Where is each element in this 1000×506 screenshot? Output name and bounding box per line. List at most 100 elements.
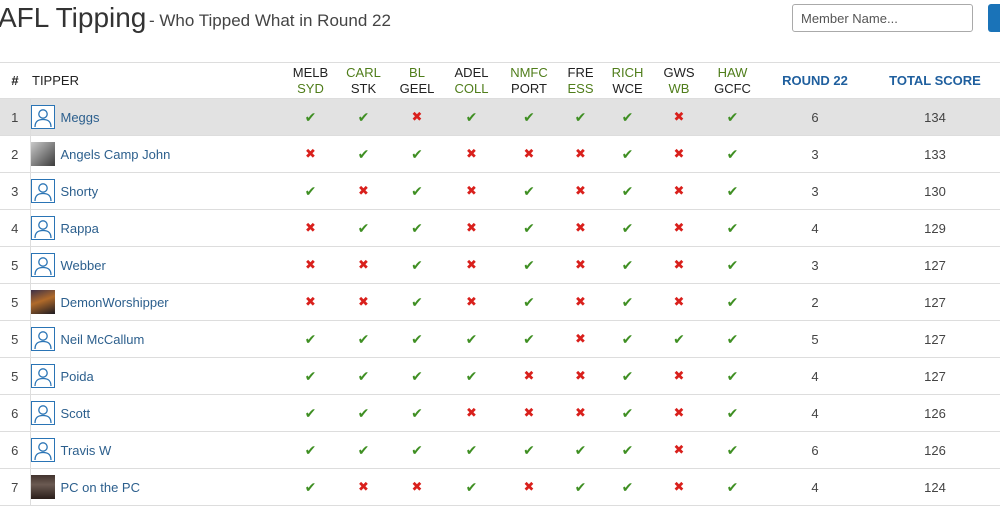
check-icon: ✔ (523, 182, 535, 199)
table-row[interactable]: 5 DemonWorshipper ✖ ✖ ✔ ✖ ✔ ✖ ✔ ✖ ✔ 2 127 (0, 283, 1000, 321)
tip-cell: ✔ (444, 431, 499, 469)
cross-icon: ✖ (466, 294, 477, 309)
table-row[interactable]: 5 Neil McCallum ✔ ✔ ✔ ✔ ✔ ✖ ✔ ✔ ✔ 5 127 (0, 320, 1000, 358)
check-icon: ✔ (726, 182, 739, 199)
user-photo-avatar[interactable] (30, 290, 55, 314)
cross-icon: ✖ (523, 368, 535, 383)
table-row[interactable]: 4 Rappa ✖ ✔ ✔ ✖ ✔ ✖ ✔ ✖ ✔ 4 129 (0, 209, 1000, 247)
tip-cell: ✔ (705, 98, 760, 136)
total-score-cell: 127 (870, 357, 1000, 395)
user-photo-avatar[interactable] (30, 475, 55, 499)
tipper-name-link[interactable]: Webber (61, 258, 106, 273)
tipper-info: Neil McCallum (30, 327, 285, 351)
round-score-cell: 4 (760, 357, 870, 395)
tipper-name-link[interactable]: Scott (61, 406, 91, 421)
tipper-name-link[interactable]: Shorty (61, 184, 99, 199)
tipper-name-link[interactable]: Poida (61, 369, 94, 384)
table-row[interactable]: 1 Meggs ✔ ✔ ✖ ✔ ✔ ✔ ✔ ✖ ✔ 6 134 (0, 98, 1000, 136)
tip-cell: ✔ (444, 320, 499, 358)
tipper-name-link[interactable]: Angels Camp John (61, 147, 171, 162)
tip-cell: ✖ (444, 172, 499, 210)
rank-cell: 6 (0, 431, 31, 469)
check-icon: ✔ (574, 478, 587, 495)
tip-cell: ✔ (602, 98, 653, 136)
tip-cell: ✖ (337, 468, 390, 506)
tip-cell: ✖ (284, 209, 337, 247)
column-header-round[interactable]: ROUND 22 (760, 62, 870, 99)
table-row[interactable]: 6 Travis W ✔ ✔ ✔ ✔ ✔ ✔ ✔ ✖ ✔ 6 126 (0, 431, 1000, 469)
tip-cell: ✔ (390, 357, 444, 395)
tip-cell: ✔ (705, 135, 760, 173)
total-score-cell: 127 (870, 320, 1000, 358)
check-icon: ✔ (465, 441, 478, 458)
rank-cell: 1 (0, 98, 31, 136)
user-photo-avatar[interactable] (30, 142, 55, 166)
tip-cell: ✖ (653, 283, 705, 321)
column-header-match: ADEL COLL (444, 62, 499, 99)
tipper-name-link[interactable]: Meggs (61, 110, 100, 125)
cross-icon: ✖ (466, 405, 477, 420)
tip-cell: ✔ (444, 357, 499, 395)
rank-cell: 5 (0, 357, 31, 395)
rank-cell: 7 (0, 468, 31, 506)
table-row[interactable]: 3 Shorty ✔ ✖ ✔ ✖ ✔ ✖ ✔ ✖ ✔ 3 130 (0, 172, 1000, 210)
tip-cell: ✔ (602, 357, 653, 395)
check-icon: ✔ (523, 256, 535, 273)
default-avatar-icon[interactable] (30, 401, 55, 425)
tipper-name-link[interactable]: Neil McCallum (61, 332, 145, 347)
tip-cell: ✔ (284, 320, 337, 358)
search-button[interactable] (988, 4, 1000, 32)
tip-cell: ✖ (653, 394, 705, 432)
tipper-name-link[interactable]: Travis W (61, 443, 112, 458)
table-row[interactable]: 5 Webber ✖ ✖ ✔ ✖ ✔ ✖ ✔ ✖ ✔ 3 127 (0, 246, 1000, 284)
tipper-name-link[interactable]: PC on the PC (61, 480, 141, 495)
tip-cell: ✔ (602, 246, 653, 284)
tip-cell: ✖ (444, 209, 499, 247)
tip-cell: ✔ (390, 209, 444, 247)
default-avatar-icon[interactable] (30, 327, 55, 351)
default-avatar-icon[interactable] (30, 216, 55, 240)
tip-cell: ✔ (444, 468, 499, 506)
tip-cell: ✔ (390, 394, 444, 432)
table-row[interactable]: 2 Angels Camp John ✖ ✔ ✔ ✖ ✖ ✖ ✔ ✖ ✔ 3 133 (0, 135, 1000, 173)
default-avatar-icon[interactable] (30, 253, 55, 277)
cross-icon: ✖ (305, 220, 316, 235)
rank-cell: 3 (0, 172, 31, 210)
tip-cell: ✔ (602, 209, 653, 247)
column-header-match: FRE ESS (559, 62, 602, 99)
tip-cell: ✖ (284, 135, 337, 173)
column-header-tipper[interactable]: TIPPER (30, 62, 284, 99)
check-icon: ✔ (726, 441, 739, 458)
table-row[interactable]: 7 PC on the PC ✔ ✖ ✖ ✔ ✖ ✔ ✔ ✖ ✔ 4 124 (0, 468, 1000, 506)
default-avatar-icon[interactable] (30, 438, 55, 462)
tipper-name-link[interactable]: Rappa (61, 221, 99, 236)
tip-cell: ✔ (337, 209, 390, 247)
default-avatar-icon[interactable] (30, 179, 55, 203)
default-avatar-icon[interactable] (30, 105, 55, 129)
check-icon: ✔ (357, 219, 370, 236)
check-icon: ✔ (357, 330, 370, 347)
tip-cell: ✖ (559, 394, 602, 432)
table-row[interactable]: 5 Poida ✔ ✔ ✔ ✔ ✖ ✖ ✔ ✖ ✔ 4 127 (0, 357, 1000, 395)
member-search-input[interactable] (792, 4, 973, 32)
round-score-cell: 3 (760, 172, 870, 210)
cross-icon: ✖ (466, 183, 477, 198)
check-icon: ✔ (411, 256, 423, 273)
check-icon: ✔ (465, 108, 478, 125)
tip-cell: ✔ (602, 394, 653, 432)
tipper-info: Poida (30, 364, 285, 388)
default-avatar-icon[interactable] (30, 364, 55, 388)
match-away-team: PORT (511, 80, 547, 96)
tipper-info: Angels Camp John (30, 142, 285, 166)
rank-cell: 6 (0, 394, 31, 432)
tip-cell: ✔ (499, 246, 559, 284)
check-icon: ✔ (357, 441, 370, 458)
table-row[interactable]: 6 Scott ✔ ✔ ✔ ✖ ✖ ✖ ✔ ✖ ✔ 4 126 (0, 394, 1000, 432)
tipper-name-link[interactable]: DemonWorshipper (61, 295, 169, 310)
cross-icon: ✖ (466, 146, 477, 161)
total-score-cell: 133 (870, 135, 1000, 173)
check-icon: ✔ (621, 441, 634, 458)
tip-cell: ✖ (284, 283, 337, 321)
column-header-total-score[interactable]: TOTAL SCORE (870, 62, 1000, 99)
match-home-team: BL (409, 64, 425, 80)
